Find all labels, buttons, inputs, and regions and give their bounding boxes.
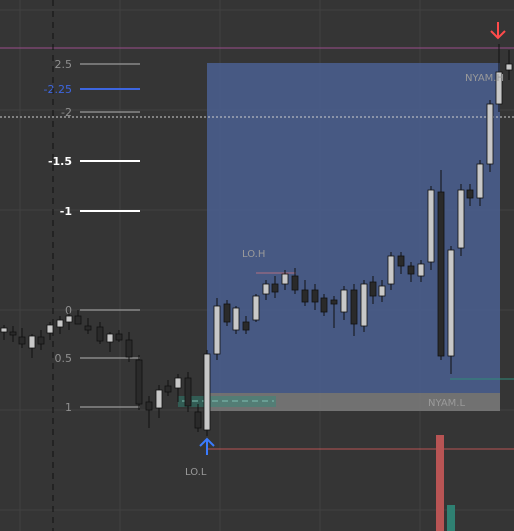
- fib-levels: 2.5-2.25-2-1.5-100.51: [44, 58, 140, 414]
- candle-body-down: [311, 289, 319, 303]
- candle-body-up: [417, 263, 425, 277]
- candle-body-down: [320, 297, 328, 313]
- fib-level-label: -1.5: [48, 155, 72, 168]
- candle-body-down: [18, 336, 26, 345]
- up-arrow-icon[interactable]: [199, 437, 215, 455]
- nyam-low-label: NYAM.L: [428, 398, 465, 409]
- candle-body-down: [145, 401, 153, 411]
- candle-body-up: [387, 255, 395, 285]
- lo-high-label: LO.H: [242, 249, 265, 260]
- candle-body-up: [46, 324, 54, 334]
- candle-body-down: [407, 265, 415, 275]
- candle-body-up: [505, 63, 513, 71]
- candle-body-down: [74, 315, 82, 325]
- candle-body-up: [360, 283, 368, 327]
- candle-body-up: [262, 283, 270, 295]
- session-zone[interactable]: [207, 63, 500, 393]
- candle-body-down: [397, 255, 405, 267]
- candle-body-down: [194, 411, 202, 429]
- candle-body-up: [28, 335, 36, 349]
- fib-level-label: 1: [65, 401, 72, 414]
- candle-body-down: [135, 359, 143, 405]
- volume-bar-red: [436, 435, 444, 531]
- candle-body-down: [9, 331, 17, 336]
- fib-level-label: 2.5: [55, 58, 73, 71]
- candle-body-down: [350, 289, 358, 325]
- candle-body-up: [65, 315, 73, 323]
- fib-level-label: -2: [61, 106, 72, 119]
- candle-body-up: [232, 307, 240, 331]
- volume-bar-teal: [447, 505, 455, 531]
- candle-body-down: [164, 385, 172, 393]
- price-chart[interactable]: 2.5-2.25-2-1.5-100.51 LO.H LO.L NYAM.H N…: [0, 0, 514, 531]
- candle-body-up: [281, 273, 289, 285]
- candle-body-up: [203, 353, 211, 431]
- fib-level-label: 0.5: [55, 352, 73, 365]
- candle-body-down: [223, 303, 231, 323]
- lo-low-label: LO.L: [185, 467, 207, 478]
- candle-body-down: [369, 281, 377, 297]
- candle-body-down: [115, 333, 123, 341]
- candle-body-up: [340, 289, 348, 313]
- candle-body-down: [437, 191, 445, 357]
- candle-body-up: [174, 377, 182, 389]
- candle-body-down: [84, 325, 92, 331]
- candle-body-up: [56, 319, 64, 328]
- candle-body-up: [457, 189, 465, 249]
- down-arrow-icon[interactable]: [490, 22, 506, 40]
- candle-body-down: [466, 189, 474, 199]
- fib-level-label: -2.25: [44, 83, 72, 96]
- fib-level-label: -1: [60, 205, 72, 218]
- candle-body-up: [0, 327, 8, 333]
- candle-body-down: [291, 275, 299, 291]
- candle-body-down: [301, 289, 309, 303]
- nyam-high-label: NYAM.H: [465, 73, 504, 84]
- candle-body-down: [184, 377, 192, 407]
- candle-body-down: [242, 321, 250, 331]
- candle-body-up: [252, 295, 260, 321]
- candle-body-down: [271, 283, 279, 293]
- candle-body-down: [330, 299, 338, 305]
- candle-body-up: [155, 389, 163, 409]
- candle-body-up: [476, 163, 484, 199]
- candle-body-down: [125, 339, 133, 358]
- candle-body-down: [37, 336, 45, 345]
- candle-body-up: [213, 305, 221, 355]
- candle-body-down: [96, 326, 104, 342]
- candle-body-up: [447, 249, 455, 357]
- candle-body-up: [378, 285, 386, 297]
- candle-body-up: [486, 103, 494, 165]
- candle-body-up: [106, 333, 114, 343]
- candle-body-up: [427, 189, 435, 263]
